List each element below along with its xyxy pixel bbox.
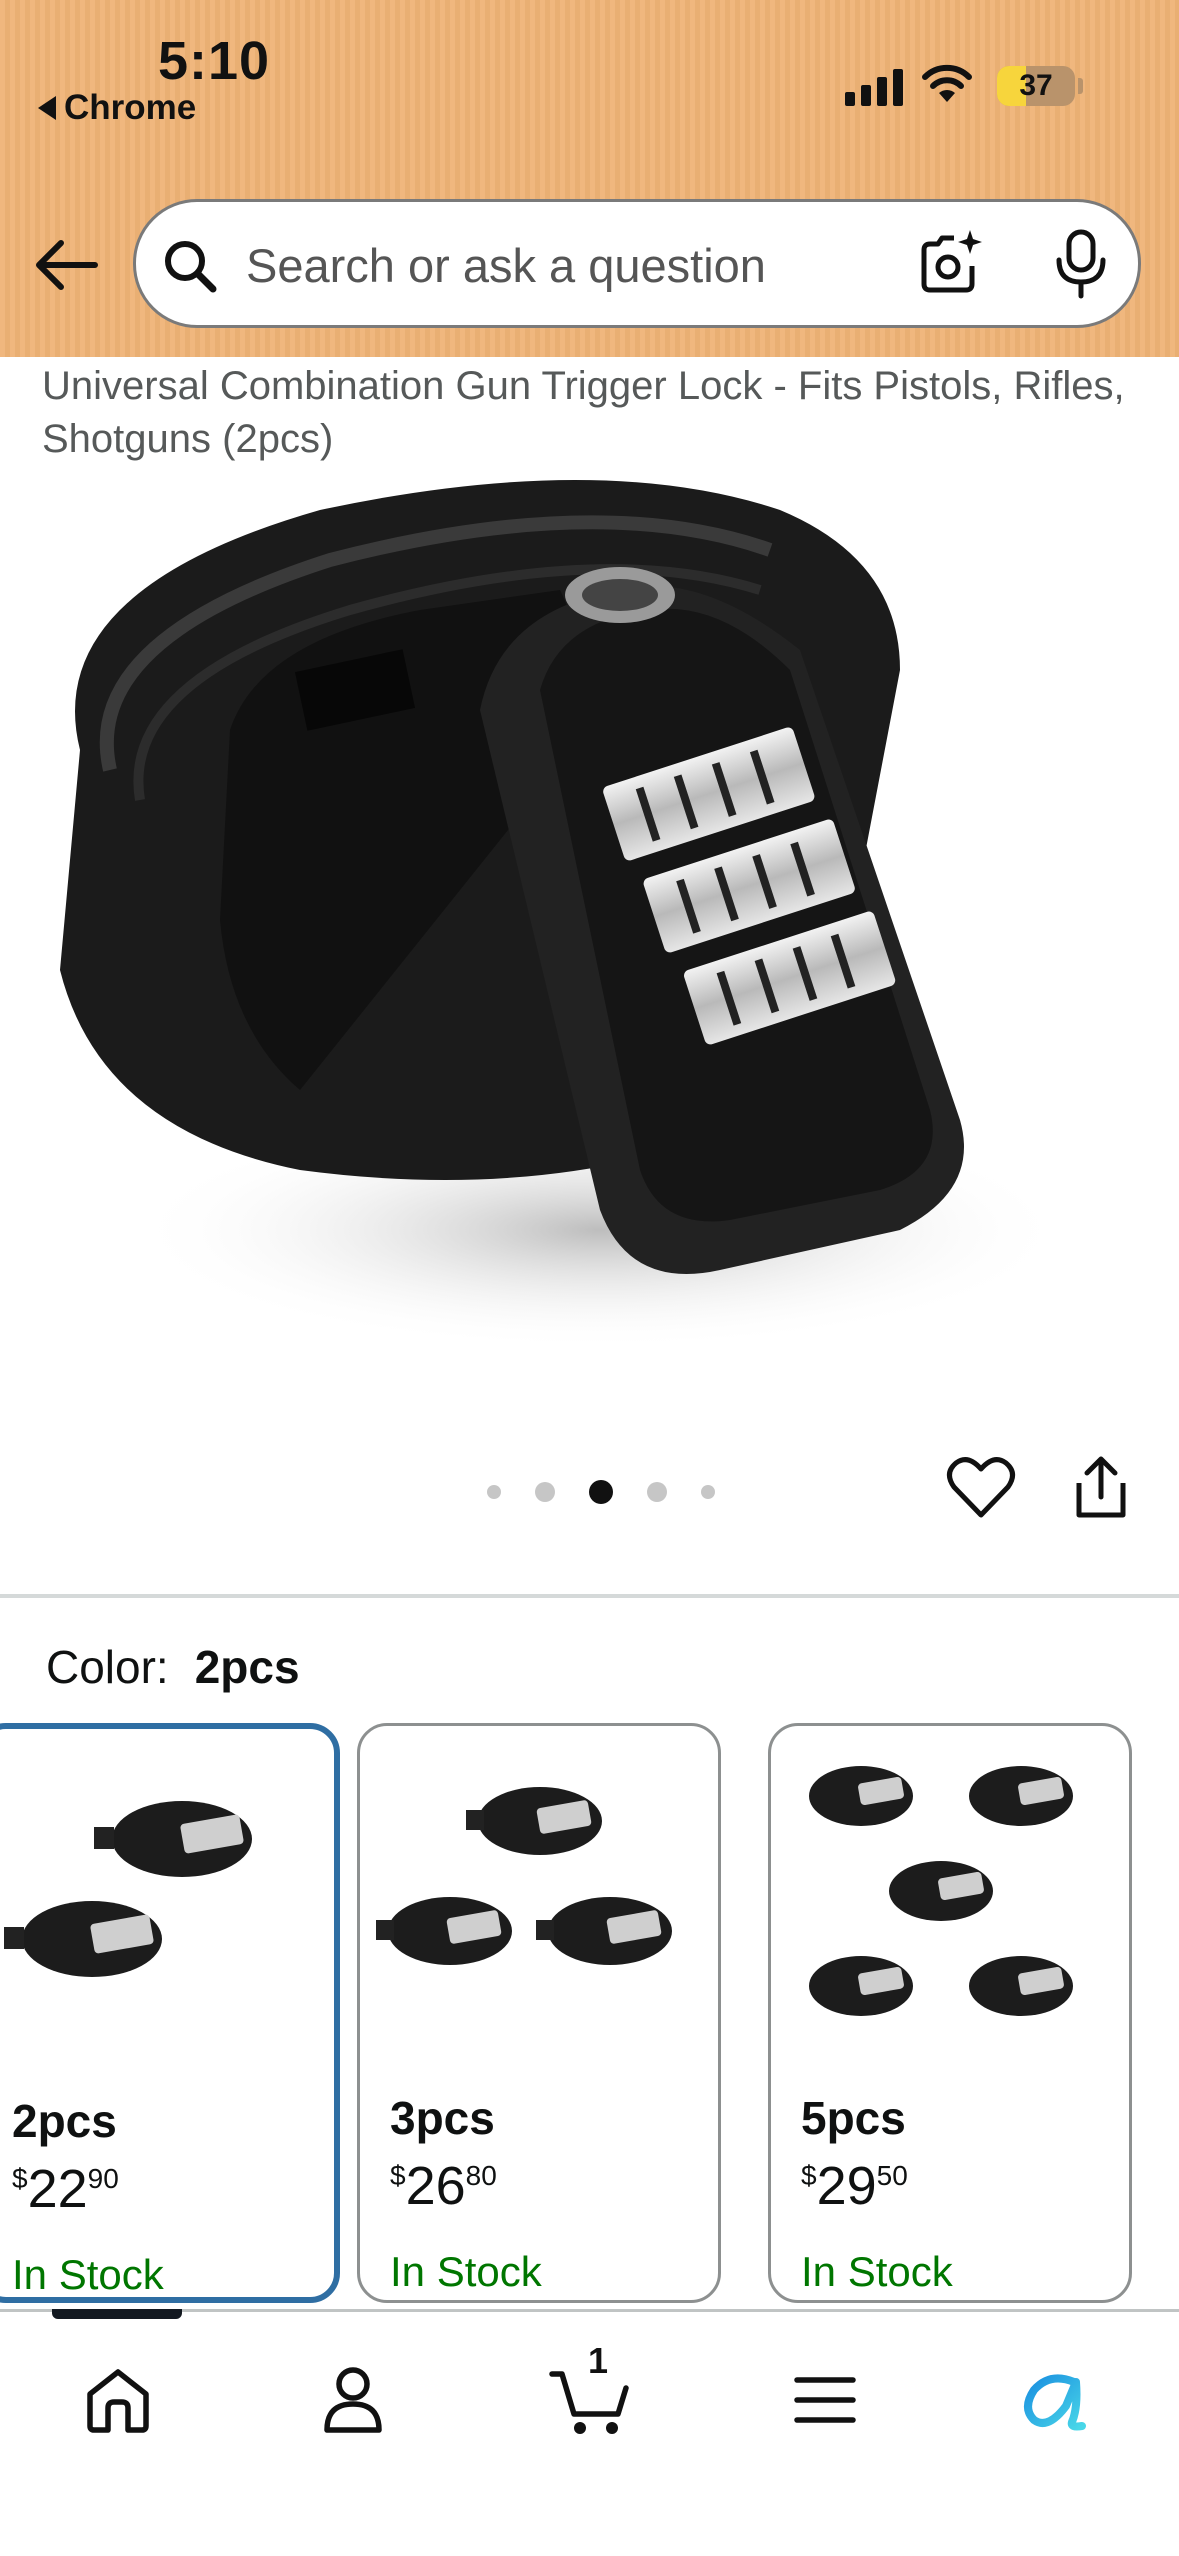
rufus-icon (1024, 2374, 1086, 2431)
carousel-dot[interactable] (487, 1485, 501, 1499)
variant-thumbnail (4, 1801, 252, 1977)
header: 5:10 Chrome 37 (0, 0, 1179, 357)
battery-indicator: 37 (997, 66, 1075, 106)
carousel-dot[interactable] (535, 1482, 555, 1502)
nav-active-indicator (52, 2309, 182, 2319)
variant-stock: In Stock (12, 2251, 164, 2298)
back-to-app[interactable]: Chrome (38, 88, 196, 128)
mini-lock (94, 1801, 252, 1877)
carousel-dot-active[interactable] (589, 1480, 613, 1504)
wifi-icon (922, 64, 972, 102)
image-carousel-dots[interactable] (487, 1480, 715, 1504)
color-label: Color: (46, 1641, 169, 1693)
variant-stock: In Stock (801, 2248, 953, 2295)
mini-lock (4, 1901, 162, 1977)
search-input[interactable] (246, 230, 906, 300)
product-image[interactable] (0, 470, 1179, 1410)
share-icon[interactable] (1073, 1455, 1129, 1521)
variant-price: $22 90 (12, 2159, 119, 2219)
battery-level: 37 (1019, 69, 1053, 102)
nav-home[interactable] (68, 2350, 168, 2450)
cart-count-badge: 1 (588, 2340, 609, 2381)
product-title[interactable]: Universal Combination Gun Trigger Lock -… (42, 360, 1142, 466)
color-selector-label: Color: 2pcs (46, 1640, 300, 1694)
variant-card-3pcs[interactable]: 3pcs $26 80 In Stock (357, 1723, 721, 2303)
nav-menu[interactable] (775, 2350, 875, 2450)
battery-nub (1078, 78, 1083, 94)
back-arrow-button[interactable] (34, 232, 100, 298)
home-icon (87, 2369, 149, 2433)
variant-name: 5pcs (801, 2092, 906, 2144)
variant-thumbnail (809, 1766, 1073, 2016)
account-icon (324, 2367, 382, 2433)
color-value: 2pcs (194, 1641, 300, 1693)
back-arrow-icon (36, 240, 98, 290)
search-icon (165, 241, 217, 293)
cellular-signal-icon (845, 66, 903, 106)
variant-name: 3pcs (390, 2092, 495, 2144)
section-divider (0, 1594, 1179, 1598)
nav-rufus[interactable] (1010, 2350, 1110, 2450)
microphone-icon[interactable] (1051, 228, 1111, 300)
variant-card-2pcs[interactable]: 2pcs $22 90 In Stock (0, 1723, 340, 2303)
camera-search-icon[interactable] (914, 228, 984, 298)
back-app-label: Chrome (64, 88, 197, 127)
variant-price: $26 80 (390, 2156, 497, 2216)
heart-icon[interactable] (946, 1455, 1016, 1521)
carousel-dot[interactable] (701, 1485, 715, 1499)
variant-card-5pcs[interactable]: 5pcs $29 50 In Stock (768, 1723, 1132, 2303)
variant-name: 2pcs (12, 2095, 117, 2147)
carousel-dot[interactable] (647, 1482, 667, 1502)
search-bar[interactable] (133, 199, 1141, 328)
variant-price: $29 50 (801, 2156, 908, 2216)
back-triangle-icon (38, 96, 56, 120)
menu-icon (794, 2377, 856, 2423)
variant-thumbnail (376, 1787, 672, 1965)
status-time: 5:10 (158, 31, 271, 91)
nav-account[interactable] (303, 2350, 403, 2450)
variant-stock: In Stock (390, 2248, 542, 2295)
